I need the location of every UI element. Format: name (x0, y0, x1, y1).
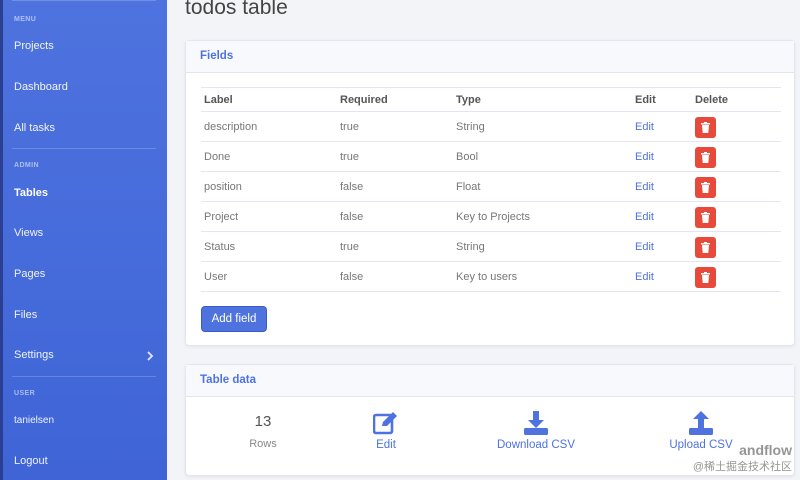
sidebar-heading-admin: ADMIN (14, 162, 39, 169)
edit-link[interactable]: Edit (632, 141, 692, 172)
delete-cell (692, 141, 781, 172)
table-row: User false Key to users Edit (201, 261, 781, 292)
trash-icon (701, 272, 710, 283)
field-required: false (337, 261, 453, 292)
delete-button[interactable] (695, 267, 716, 288)
field-type: Key to users (453, 261, 632, 292)
delete-button[interactable] (695, 207, 716, 228)
add-field-button[interactable]: Add field (201, 306, 267, 332)
delete-button[interactable] (695, 117, 716, 138)
download-csv-button[interactable]: Download CSV (486, 411, 586, 451)
edit-data-button[interactable]: Edit (361, 411, 411, 451)
sidebar: MENU Projects Dashboard All tasks ADMIN … (0, 0, 167, 480)
sidebar-divider (12, 148, 156, 149)
delete-cell (692, 231, 781, 262)
table-row: Project false Key to Projects Edit (201, 201, 781, 232)
sidebar-item-projects[interactable]: Projects (14, 40, 54, 52)
sidebar-heading-menu: MENU (14, 16, 37, 23)
table-row: description true String Edit (201, 111, 781, 142)
field-required: true (337, 111, 453, 142)
fields-table: Label Required Type Edit Delete descript… (201, 87, 781, 292)
download-icon (524, 411, 548, 435)
field-label: Project (201, 201, 337, 232)
delete-button[interactable] (695, 237, 716, 258)
sidebar-item-all-tasks[interactable]: All tasks (14, 122, 55, 134)
sidebar-heading-user: USER (14, 390, 36, 397)
download-csv-label: Download CSV (497, 439, 575, 451)
sidebar-item-username[interactable]: tanielsen (14, 415, 54, 426)
sidebar-edge (0, 0, 3, 480)
edit-link[interactable]: Edit (632, 171, 692, 202)
rows-stat: 13 Rows (238, 413, 288, 450)
watermark-source: @稀土掘金技术社区 (692, 461, 792, 473)
sidebar-item-settings[interactable]: Settings (14, 349, 54, 361)
field-type: Float (453, 171, 632, 202)
column-header-delete: Delete (692, 87, 781, 112)
field-required: true (337, 231, 453, 262)
sidebar-item-tables[interactable]: Tables (14, 187, 48, 199)
trash-icon (701, 122, 710, 133)
edit-link[interactable]: Edit (632, 201, 692, 232)
table-data-card-title: Table data (186, 365, 794, 397)
table-row: Done true Bool Edit (201, 141, 781, 172)
field-label: description (201, 111, 337, 142)
trash-icon (701, 242, 710, 253)
table-row: Status true String Edit (201, 231, 781, 262)
field-type: String (453, 231, 632, 262)
sidebar-item-dashboard[interactable]: Dashboard (14, 81, 68, 93)
delete-cell (692, 201, 781, 232)
rows-label: Rows (249, 438, 277, 450)
field-label: Done (201, 141, 337, 172)
delete-cell (692, 171, 781, 202)
column-header-label: Label (201, 87, 337, 112)
trash-icon (701, 212, 710, 223)
page-title: todos table (185, 0, 288, 19)
field-label: position (201, 171, 337, 202)
field-required: true (337, 141, 453, 172)
column-header-required: Required (337, 87, 453, 112)
field-label: User (201, 261, 337, 292)
trash-icon (701, 152, 710, 163)
watermark-brand: andflow (739, 442, 792, 458)
sidebar-item-files[interactable]: Files (14, 309, 37, 321)
sidebar-divider (12, 376, 156, 377)
watermark: andflow @稀土掘金技术社区 (693, 442, 792, 474)
fields-card: Fields Label Required Type Edit Delete d… (185, 40, 795, 346)
delete-button[interactable] (695, 147, 716, 168)
trash-icon (701, 182, 710, 193)
edit-link[interactable]: Edit (632, 111, 692, 142)
field-type: Key to Projects (453, 201, 632, 232)
field-type: Bool (453, 141, 632, 172)
delete-cell (692, 261, 781, 292)
edit-data-label: Edit (376, 439, 396, 451)
sidebar-item-pages[interactable]: Pages (14, 268, 45, 280)
edit-link[interactable]: Edit (632, 231, 692, 262)
sidebar-divider (12, 0, 156, 1)
field-required: false (337, 201, 453, 232)
chevron-right-icon[interactable] (146, 350, 154, 364)
table-header-row: Label Required Type Edit Delete (201, 87, 781, 112)
field-type: String (453, 111, 632, 142)
column-header-edit: Edit (632, 87, 692, 112)
column-header-type: Type (453, 87, 632, 112)
sidebar-item-views[interactable]: Views (14, 227, 43, 239)
sidebar-item-logout[interactable]: Logout (14, 455, 48, 467)
fields-card-title: Fields (186, 41, 794, 73)
upload-icon (689, 411, 713, 435)
delete-button[interactable] (695, 177, 716, 198)
rows-count: 13 (254, 413, 272, 430)
edit-link[interactable]: Edit (632, 261, 692, 292)
field-required: false (337, 171, 453, 202)
field-label: Status (201, 231, 337, 262)
delete-cell (692, 111, 781, 142)
table-row: position false Float Edit (201, 171, 781, 202)
edit-icon (373, 412, 397, 435)
